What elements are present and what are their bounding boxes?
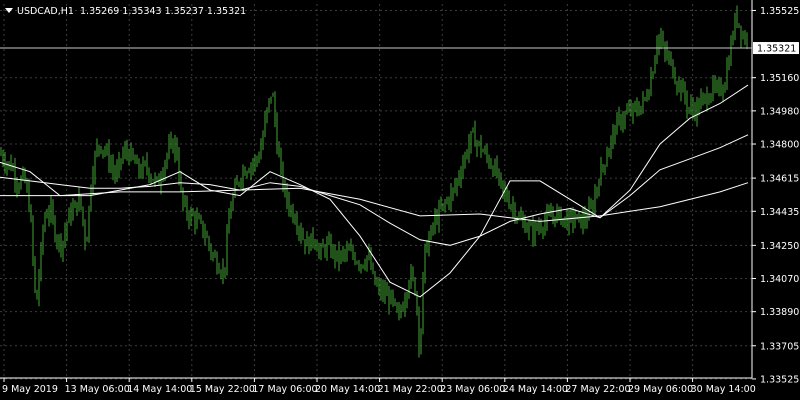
x-tick-label: 24 May 14:00	[503, 384, 568, 395]
chart-background	[0, 0, 800, 400]
chart-symbol: USDCAD,H1	[17, 6, 74, 17]
y-tick-label: 1.34980	[760, 106, 799, 117]
x-tick-label: 14 May 14:00	[127, 384, 192, 395]
x-tick-label: 20 May 14:00	[315, 384, 380, 395]
y-tick-label: 1.33705	[760, 341, 799, 352]
chart-ohlc: 1.35269 1.35343 1.35237 1.35321	[80, 6, 246, 17]
x-tick-label: 15 May 22:00	[190, 384, 255, 395]
x-tick-label: 29 May 06:00	[628, 384, 693, 395]
price-chart[interactable]: 1.35525 1.35160 1.34980 1.34800 1.34615 1.344…	[0, 0, 800, 400]
y-tick-label: 1.34070	[760, 274, 799, 285]
x-tick-label: 9 May 2019	[2, 384, 58, 395]
y-tick-label: 1.34800	[760, 140, 799, 151]
x-tick-label: 13 May 06:00	[65, 384, 130, 395]
x-tick-label: 23 May 06:00	[440, 384, 505, 395]
y-tick-label: 1.34615	[760, 174, 799, 185]
current-price-label: 1.35321	[757, 44, 796, 55]
y-tick-label: 1.34435	[760, 207, 799, 218]
x-tick-label: 27 May 22:00	[565, 384, 630, 395]
x-tick-label: 30 May 14:00	[691, 384, 756, 395]
y-tick-label: 1.35525	[760, 6, 799, 17]
y-tick-label: 1.33525	[760, 374, 799, 385]
x-tick-label: 17 May 06:00	[252, 384, 317, 395]
y-tick-label: 1.35160	[760, 73, 799, 84]
y-tick-label: 1.33890	[760, 307, 799, 318]
y-tick-label: 1.34250	[760, 241, 799, 252]
x-tick-label: 21 May 22:00	[378, 384, 443, 395]
